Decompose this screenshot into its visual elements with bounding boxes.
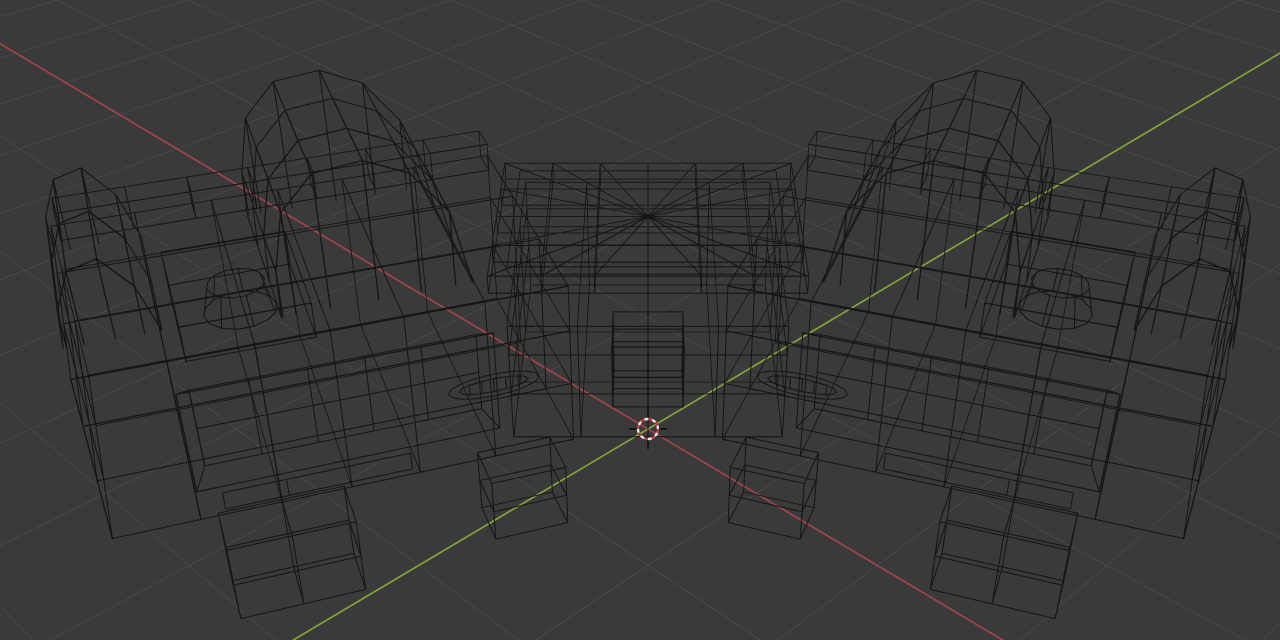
- x-axis-line: [0, 42, 1005, 640]
- model-edges-mid: [45, 69, 1251, 620]
- world-axes: [0, 42, 1280, 640]
- grid-lines: [0, 0, 1280, 640]
- y-axis-line: [291, 52, 1280, 640]
- floor-grid: [0, 0, 1280, 640]
- wireframe-canvas: [0, 0, 1280, 640]
- viewport-3d[interactable]: [0, 0, 1280, 640]
- wireframe-model[interactable]: [45, 69, 1251, 620]
